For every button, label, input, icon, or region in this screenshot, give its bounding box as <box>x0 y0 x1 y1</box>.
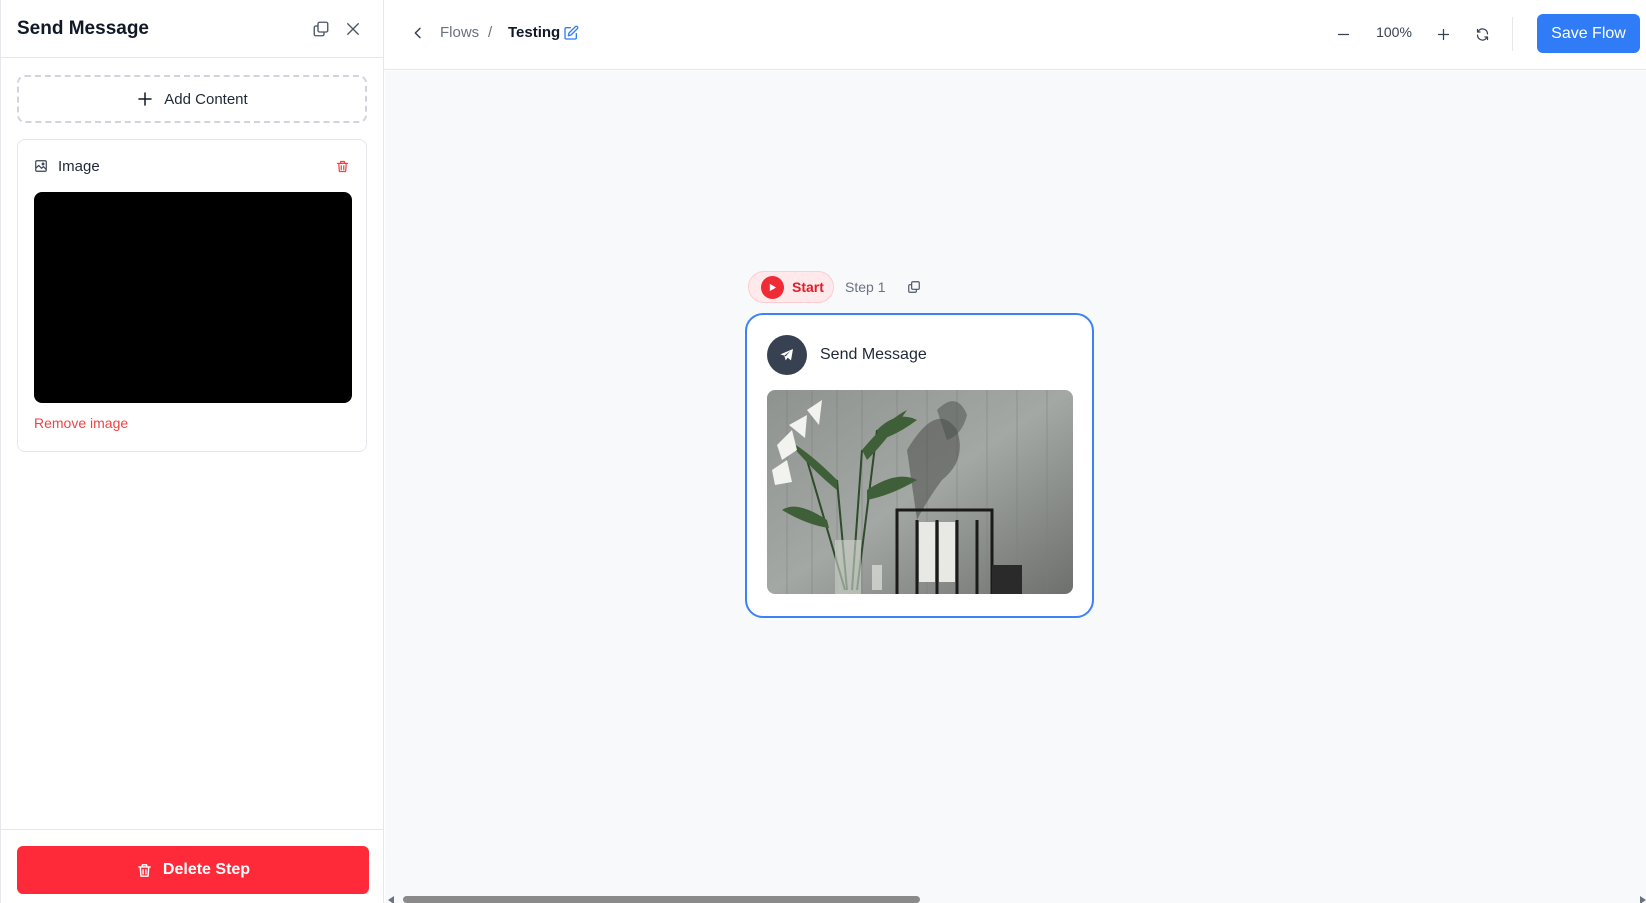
breadcrumb-flows-link[interactable]: Flows <box>440 24 479 41</box>
zoom-in-button[interactable] <box>1431 22 1455 46</box>
chevron-left-icon <box>414 27 421 39</box>
step-editor-sidebar: Send Message Add Content Image Remove im… <box>0 0 384 903</box>
copy-icon <box>313 21 329 36</box>
zoom-out-button[interactable] <box>1331 22 1355 46</box>
image-card-label: Image <box>58 157 100 175</box>
close-icon <box>347 22 359 35</box>
copy-icon <box>908 281 920 293</box>
toolbar-divider <box>1512 17 1513 51</box>
image-icon <box>35 160 47 172</box>
back-button[interactable] <box>408 22 428 44</box>
delete-step-label: Delete Step <box>162 861 251 878</box>
plus-icon <box>138 92 153 106</box>
flow-canvas[interactable]: Start Step 1 Send Message <box>385 71 1646 903</box>
duplicate-step-button[interactable] <box>307 15 335 43</box>
trash-icon <box>138 863 151 877</box>
play-icon <box>761 275 784 299</box>
remove-image-link[interactable]: Remove image <box>34 415 128 431</box>
add-content-button[interactable]: Add Content <box>17 75 367 123</box>
minus-icon <box>1337 33 1349 35</box>
horizontal-scrollbar-thumb[interactable] <box>403 896 920 903</box>
scroll-right-arrow[interactable] <box>1640 896 1646 903</box>
node-image-preview <box>767 390 1073 594</box>
edit-flow-name-button[interactable] <box>562 24 580 42</box>
refresh-icon <box>1476 27 1488 41</box>
send-message-node[interactable]: Send Message <box>745 313 1094 618</box>
start-label: Start <box>792 279 824 295</box>
close-sidebar-button[interactable] <box>339 15 367 43</box>
sidebar-body: Add Content Image Remove image <box>1 58 383 452</box>
scroll-left-arrow[interactable] <box>388 896 394 903</box>
trash-icon[interactable] <box>335 159 350 174</box>
breadcrumb-separator: / <box>488 24 493 41</box>
flow-toolbar: Flows / Testing 100% Save Flow <box>384 0 1646 70</box>
node-title: Send Message <box>820 346 927 363</box>
flow-name: Testing <box>508 24 561 41</box>
sidebar-footer: Delete Step <box>1 829 384 903</box>
sidebar-header: Send Message <box>1 0 383 58</box>
sidebar-title: Send Message <box>17 17 149 39</box>
edit-icon <box>564 25 579 40</box>
image-preview <box>34 192 352 403</box>
send-icon <box>767 335 807 375</box>
step-label: Step 1 <box>845 279 886 295</box>
delete-step-button[interactable]: Delete Step <box>17 846 369 894</box>
image-content-card: Image Remove image <box>17 139 367 452</box>
zoom-level: 100% <box>1376 24 1412 40</box>
add-content-label: Add Content <box>164 90 248 108</box>
image-card-header: Image <box>34 156 350 176</box>
plus-icon <box>1437 28 1449 40</box>
start-badge[interactable]: Start <box>748 271 834 303</box>
duplicate-node-button[interactable] <box>905 278 923 296</box>
reset-view-button[interactable] <box>1470 22 1494 46</box>
save-flow-button[interactable]: Save Flow <box>1537 14 1640 53</box>
